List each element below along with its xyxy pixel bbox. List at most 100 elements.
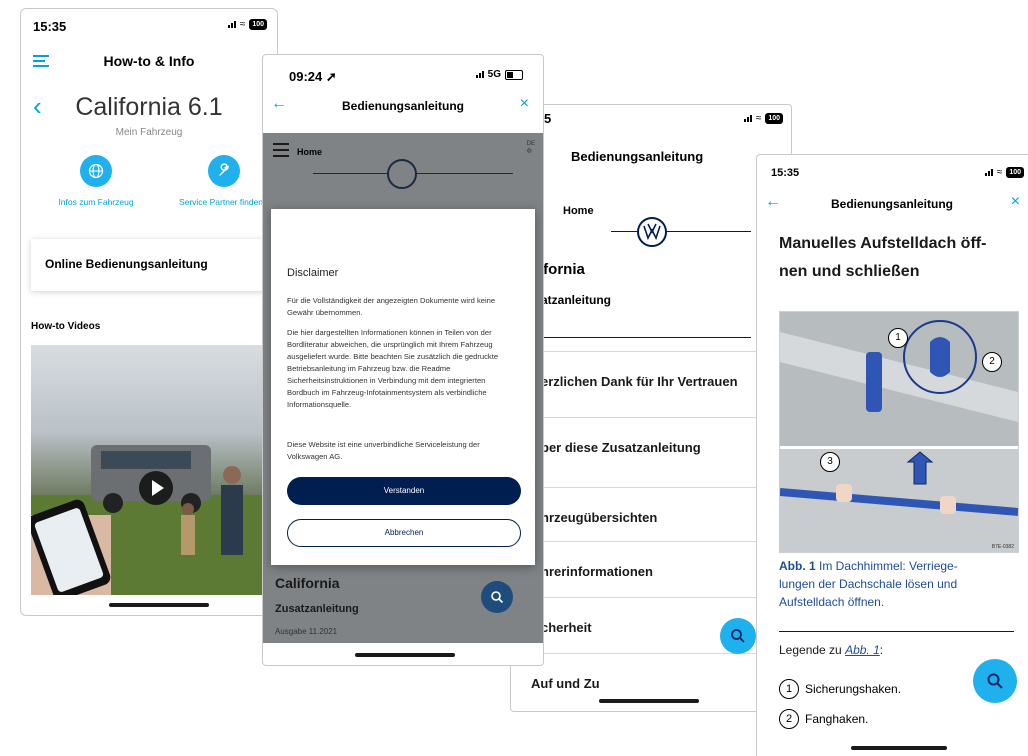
status-time: 09:24 ➚ (289, 69, 337, 84)
status-icons: 5G (475, 69, 523, 80)
search-icon (491, 591, 504, 604)
wrench-icon (208, 155, 240, 187)
divider-line (779, 631, 1014, 632)
network-label: 5G (487, 69, 501, 80)
legend-number: 2 (779, 709, 799, 729)
home-indicator (599, 699, 699, 703)
search-button[interactable] (720, 618, 756, 654)
phone-screen-disclaimer: 09:24 ➚ 5G ← Bedienungsanleitung × Home … (262, 54, 544, 666)
signal-icon (984, 169, 993, 176)
figure-callout: 1 (888, 328, 908, 348)
close-icon[interactable]: × (520, 95, 529, 113)
menu-item-fahrerinformationen[interactable]: hrerinformationen (511, 541, 791, 597)
menu-item-label: ber diese Zusatzanleitung (541, 440, 701, 455)
service-partner-label: Service Partner finden (178, 197, 264, 207)
confirm-button[interactable]: Verstanden (287, 477, 521, 505)
wifi-icon: ≈ (239, 19, 246, 30)
vw-logo (387, 159, 417, 189)
figure-code: B7E-0382 (991, 544, 1014, 550)
battery-indicator: 100 (765, 113, 783, 124)
search-button[interactable] (973, 659, 1017, 703)
status-icons: ≈ 100 (984, 167, 1024, 178)
page-title: Bedienungsanleitung (831, 197, 954, 211)
battery-indicator: 100 (1006, 167, 1024, 178)
page-title: How-to & Info (103, 53, 195, 69)
search-icon (987, 673, 1003, 689)
roof-figure[interactable]: 1 2 3 B7E-0382 (779, 311, 1019, 553)
legend-label: Sicherungshaken. (805, 682, 902, 696)
figure-caption-label: Abb. 1 (779, 559, 816, 573)
signal-icon (743, 115, 752, 122)
search-icon (731, 629, 745, 643)
status-time: 15:35 (33, 19, 67, 34)
dialog-title: Disclaimer (287, 267, 339, 279)
home-nav-label[interactable]: Home (563, 205, 594, 217)
page-title: Bedienungsanleitung (571, 149, 704, 164)
manual-title: ifornia (539, 261, 585, 278)
videos-heading: How-to Videos (31, 321, 101, 332)
section-heading-line1: Manuelles Aufstelldach öff- (779, 235, 987, 252)
menu-item-label: hrzeugübersichten (541, 510, 658, 525)
home-indicator (355, 653, 455, 657)
bg-edition: Ausgabe 11.2021 (275, 627, 338, 636)
language-label[interactable]: DE ◍ (527, 141, 535, 154)
phone-screen-how-to-info: 15:35 ≈ 100 How-to & Info ‹ California 6… (20, 8, 278, 616)
signal-icon (475, 71, 484, 78)
dialog-paragraph-3: Diese Website ist eine unverbindliche Se… (287, 440, 480, 461)
home-indicator (851, 746, 947, 750)
cancel-button[interactable]: Abbrechen (287, 519, 521, 547)
figure-callout: 2 (982, 352, 1002, 372)
menu-item-vertrauen[interactable]: erzlichen Dank für Ihr Vertrauen (511, 351, 791, 407)
roof-figure-image (780, 312, 1018, 552)
disclaimer-dialog: Disclaimer Für die Vollständigkeit der a… (271, 209, 535, 565)
signal-icon (227, 21, 236, 28)
vehicle-subtitle: Mein Fahrzeug (115, 127, 183, 138)
divider-line (539, 337, 751, 338)
legend-heading: Legende zu Abb. 1: (779, 643, 884, 657)
service-partner-button[interactable] (189, 155, 259, 187)
back-arrow-icon[interactable]: ← (765, 193, 781, 211)
dialog-paragraph-1: Für die Vollständigkeit der angezeigten … (287, 296, 496, 317)
menu-item-label: cherheit (541, 620, 592, 635)
vehicle-name: California 6.1 (75, 93, 223, 121)
vw-logo (637, 217, 667, 247)
bg-title: California (275, 575, 340, 591)
online-manual-label: Online Bedienungsanleitung (45, 257, 208, 271)
menu-item-zusatzanleitung[interactable]: ber diese Zusatzanleitung (511, 417, 791, 473)
infos-button[interactable] (61, 155, 131, 187)
menu-item-label: erzlichen Dank für Ihr Vertrauen (541, 374, 738, 389)
menu-item-fahrzeuguebersichten[interactable]: hrzeugübersichten (511, 487, 791, 543)
legend-item: 2 Fanghaken. (779, 709, 868, 729)
play-icon[interactable] (139, 471, 173, 505)
phone-screen-roof-instructions: 15:35 ≈ 100 ← Bedienungsanleitung × Manu… (756, 154, 1028, 756)
search-button[interactable] (481, 581, 513, 613)
home-indicator (109, 603, 209, 607)
home-nav-label[interactable]: Home (297, 147, 322, 157)
section-heading-line2: nen und schließen (779, 263, 920, 280)
dialog-paragraph-2: Die hier dargestellten Informationen kön… (287, 328, 499, 409)
vw-logo-line (611, 231, 751, 232)
figure-caption: Abb. 1 Im Dachhimmel: Verriege- lungen d… (779, 559, 958, 609)
status-time: 15:35 (771, 167, 800, 179)
phone-screen-manual-menu: 5 ≈ 100 Bedienungsanleitung Home ifornia… (510, 104, 792, 712)
page-title: Bedienungsanleitung (341, 99, 464, 113)
video-scene-image (31, 445, 269, 595)
globe-icon (80, 155, 112, 187)
wifi-icon: ≈ (755, 113, 762, 124)
legend-item: 1 Sicherungshaken. (779, 679, 901, 699)
legend-number: 1 (779, 679, 799, 699)
legend-label: Fanghaken. (805, 712, 869, 726)
battery-indicator: 100 (249, 19, 267, 30)
battery-icon (505, 69, 523, 80)
menu-item-label: hrerinformationen (541, 564, 653, 579)
status-icons: ≈ 100 (743, 113, 783, 124)
bg-subtitle: Zusatzanleitung (275, 603, 359, 615)
how-to-video-thumbnail[interactable] (31, 345, 269, 595)
online-manual-card[interactable]: Online Bedienungsanleitung (31, 239, 277, 291)
status-icons: ≈ 100 (227, 19, 267, 30)
figure-link[interactable]: Abb. 1 (845, 643, 880, 657)
manual-subtitle: atzanleitung (541, 293, 612, 307)
infos-label: Infos zum Fahrzeug (58, 197, 134, 207)
menu-icon[interactable] (273, 143, 289, 157)
close-icon[interactable]: × (1011, 193, 1020, 211)
